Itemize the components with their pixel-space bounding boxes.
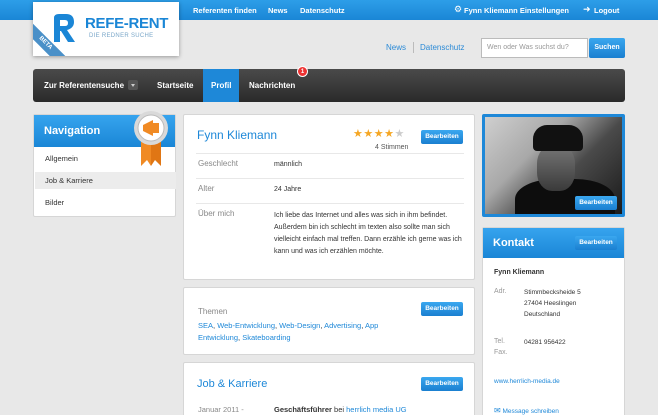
- photo-face: [537, 145, 575, 191]
- link-news[interactable]: News: [386, 43, 406, 52]
- settings-icon[interactable]: ⚙: [454, 4, 462, 15]
- themen-label: Themen: [198, 307, 228, 316]
- website-link[interactable]: www.herrlich-media.de: [494, 378, 560, 385]
- logo[interactable]: REFE-RENT DIE REDNER SUCHE BETA: [33, 2, 179, 56]
- edit-kontakt-button[interactable]: Bearbeiten: [575, 236, 617, 250]
- logout-arrow-icon[interactable]: ➜: [583, 4, 591, 15]
- star-icon[interactable]: ★: [363, 128, 373, 140]
- rating-stars[interactable]: ★★★★★: [353, 127, 405, 140]
- fax-label: Fax.: [494, 349, 508, 356]
- alter-value: 24 Jahre: [274, 186, 302, 193]
- divider: [196, 153, 464, 154]
- adr-city: 27404 Heeslingen: [524, 300, 577, 307]
- star-empty-icon[interactable]: ★: [395, 128, 405, 140]
- nav-startseite[interactable]: Startseite: [149, 69, 201, 102]
- star-icon[interactable]: ★: [353, 128, 363, 140]
- nav-item-job-karriere[interactable]: Job & Karriere: [35, 172, 176, 189]
- divider: [196, 178, 464, 179]
- job-entry: Geschäftsführer bei herrlich media UG: [274, 405, 407, 414]
- link-datenschutz[interactable]: Datenschutz: [420, 43, 464, 52]
- profile-photo: Bearbeiten: [482, 114, 625, 217]
- topic-link[interactable]: SEA: [198, 321, 213, 330]
- themen-card: Themen Bearbeiten SEA, Web-Entwicklung, …: [183, 287, 475, 355]
- tel-label: Tel.: [494, 338, 505, 345]
- adr-country: Deutschland: [524, 311, 561, 318]
- topic-link[interactable]: Advertising: [324, 321, 361, 330]
- link-news-top[interactable]: News: [268, 6, 288, 15]
- profile-card: Fynn Kliemann ★★★★★ 4 Stimmen Bearbeiten…: [183, 114, 475, 280]
- ueber-text: Ich liebe das Internet und alles was sic…: [274, 212, 462, 255]
- logo-r-icon: [54, 14, 75, 42]
- link-referenten-finden[interactable]: Referenten finden: [193, 6, 257, 15]
- nav-zur-referentensuche-label: Zur Referentensuche: [44, 81, 125, 90]
- main-nav: Zur Referentensuche Startseite Profil Na…: [33, 69, 625, 102]
- nav-zur-referentensuche[interactable]: Zur Referentensuche: [36, 69, 146, 102]
- themen-list: SEA, Web-Entwicklung, Web-Design, Advert…: [198, 321, 379, 342]
- logo-title: REFE-RENT: [85, 15, 169, 32]
- profile-name: Fynn Kliemann: [197, 128, 278, 142]
- nav-nachrichten[interactable]: Nachrichten: [241, 69, 303, 102]
- divider: [196, 203, 464, 204]
- photo-hat: [533, 125, 583, 151]
- edit-themen-button[interactable]: Bearbeiten: [421, 302, 463, 316]
- job-title: Job & Karriere: [197, 378, 268, 390]
- votes-count: 4 Stimmen: [375, 144, 409, 151]
- logo-subtitle: DIE REDNER SUCHE: [89, 33, 154, 39]
- topic-link[interactable]: Web-Design: [279, 321, 320, 330]
- job-bei: bei: [334, 405, 345, 414]
- edit-profile-button[interactable]: Bearbeiten: [421, 130, 463, 144]
- edit-job-button[interactable]: Bearbeiten: [421, 377, 463, 391]
- link-logout[interactable]: Logout: [594, 6, 619, 15]
- kontakt-name: Fynn Kliemann: [494, 269, 545, 276]
- link-settings[interactable]: Fynn Kliemann Einstellungen: [464, 6, 569, 15]
- alter-label: Alter: [198, 184, 215, 193]
- chevron-down-icon[interactable]: [128, 79, 139, 90]
- geschlecht-label: Geschlecht: [198, 159, 239, 168]
- job-date: Januar 2011 -: [198, 405, 244, 414]
- job-company-link[interactable]: herrlich media UG: [346, 405, 406, 414]
- search-button[interactable]: Suchen: [589, 38, 625, 58]
- message-link[interactable]: ✉ Message schreiben: [494, 406, 559, 415]
- megaphone-badge-icon: [134, 111, 168, 166]
- geschlecht-value: männlich: [274, 161, 303, 168]
- star-icon[interactable]: ★: [384, 128, 394, 140]
- edit-photo-button[interactable]: Bearbeiten: [575, 196, 617, 210]
- adr-label: Adr.: [494, 288, 507, 295]
- nav-item-bilder[interactable]: Bilder: [35, 194, 176, 211]
- notification-badge: 1: [297, 66, 308, 77]
- search-input[interactable]: Wen oder Was suchst du?: [481, 38, 588, 58]
- divider: [413, 42, 414, 53]
- envelope-icon: ✉: [494, 406, 501, 415]
- nav-profil[interactable]: Profil: [203, 69, 240, 102]
- kontakt-card: Kontakt Bearbeiten Fynn Kliemann Adr. St…: [482, 227, 625, 415]
- message-label: Message schreiben: [502, 408, 559, 415]
- tel-value: 04281 956422: [524, 339, 566, 346]
- adr-street: Stimmbecksheide 5: [524, 289, 581, 296]
- star-icon[interactable]: ★: [374, 128, 384, 140]
- job-position: Geschäftsführer: [274, 405, 332, 414]
- topic-link[interactable]: Web-Entwicklung: [217, 321, 275, 330]
- ueber-label: Über mich: [198, 209, 235, 218]
- link-datenschutz-top[interactable]: Datenschutz: [300, 6, 345, 15]
- topic-link[interactable]: Skateboarding: [242, 333, 290, 342]
- job-karriere-card: Job & Karriere Bearbeiten Januar 2011 - …: [183, 362, 475, 415]
